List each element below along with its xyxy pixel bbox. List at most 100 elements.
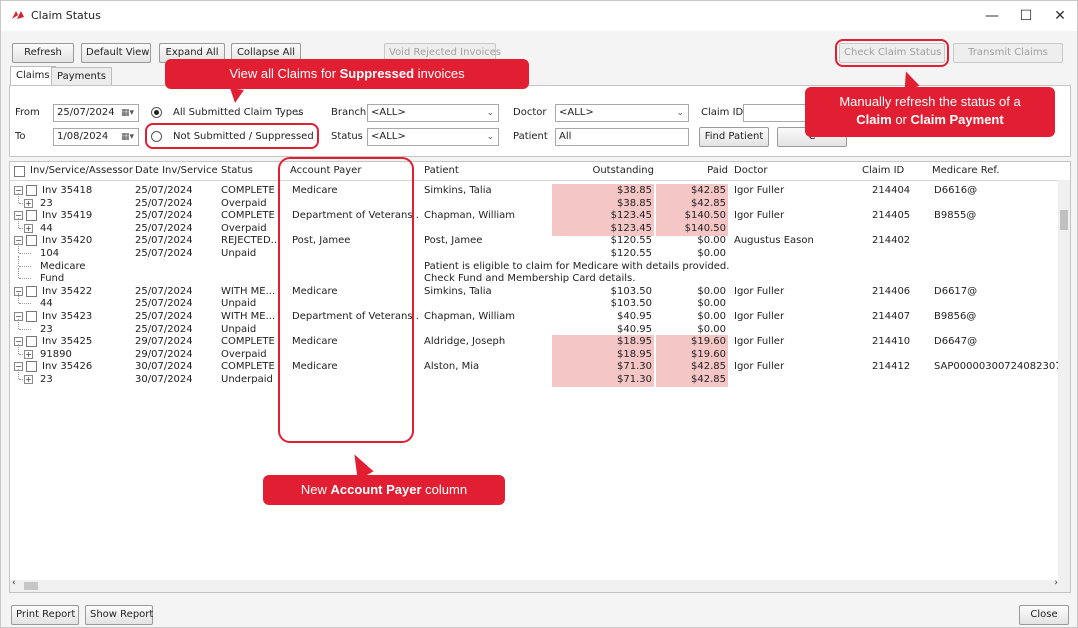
tree-connector — [18, 217, 19, 228]
status-select[interactable]: <ALL> ⌄ — [367, 128, 499, 146]
service-item: 23 — [40, 374, 53, 385]
col-header-medicare-ref[interactable]: Medicare Ref. — [932, 162, 999, 180]
app-logo-icon — [12, 11, 24, 19]
status-label: Status — [331, 131, 363, 142]
tree-connector — [19, 265, 31, 267]
expand-toggle-icon[interactable]: + — [24, 198, 33, 208]
row-checkbox[interactable] — [26, 361, 37, 373]
show-report-button[interactable]: Show Report — [85, 605, 153, 625]
close-button[interactable]: Close — [1019, 605, 1069, 625]
refresh-button[interactable]: Refresh — [12, 43, 74, 63]
from-date-picker[interactable]: 25/07/2024 ▦▾ — [53, 104, 139, 122]
row-checkbox[interactable] — [26, 185, 37, 196]
chevron-down-icon: ⌄ — [676, 108, 684, 118]
tree-connector — [19, 303, 31, 305]
status-value: <ALL> — [371, 131, 406, 142]
callout-payer-prefix: New — [300, 482, 331, 497]
patient-field[interactable]: All — [555, 128, 689, 146]
expand-toggle-icon[interactable]: + — [24, 223, 33, 233]
tree-connector — [18, 343, 19, 354]
default-view-button[interactable]: Default View — [81, 43, 151, 63]
tree-connector — [19, 253, 31, 254]
print-report-button[interactable]: Print Report — [11, 605, 79, 625]
col-header-paid[interactable]: Paid — [668, 162, 728, 180]
tree-connector — [19, 328, 31, 330]
scroll-left-icon[interactable]: ‹ — [12, 578, 16, 588]
calendar-dropdown-icon: ▦▾ — [120, 108, 134, 118]
minimize-button[interactable]: — — [977, 5, 1007, 27]
callout-refresh: Manually refresh the status of a Claim o… — [805, 87, 1055, 137]
claims-grid: Inv/Service/Assessor Date Inv/Service St… — [9, 161, 1071, 593]
tree-connector — [18, 318, 19, 329]
paid-cell: $42.85 — [656, 373, 728, 387]
callout-refresh-bold2: Claim Payment — [910, 112, 1004, 127]
row-checkbox[interactable] — [26, 210, 37, 222]
status-cell: Underpaid — [221, 374, 273, 385]
claim-id-label: Claim ID — [701, 107, 744, 118]
chevron-down-icon: ⌄ — [486, 132, 494, 142]
patient-value: All — [559, 131, 572, 142]
horizontal-scroll-thumb[interactable] — [24, 582, 38, 590]
close-window-button[interactable]: ✕ — [1045, 5, 1075, 27]
tab-payments[interactable]: Payments — [51, 67, 112, 85]
callout-refresh-line1: Manually refresh the status of a — [839, 94, 1021, 109]
from-label: From — [15, 107, 40, 118]
to-date-picker[interactable]: 1/08/2024 ▦▾ — [53, 128, 139, 146]
from-date-value: 25/07/2024 — [57, 107, 115, 118]
callout-refresh-or: or — [891, 112, 911, 127]
tree-connector — [18, 369, 19, 379]
chevron-down-icon: ⌄ — [294, 108, 302, 118]
vertical-scrollbar[interactable] — [1058, 180, 1070, 592]
vertical-scroll-thumb[interactable] — [1060, 210, 1068, 230]
callout-refresh-bold1: Claim — [856, 112, 892, 127]
branch-select[interactable]: <ALL> ⌄ — [367, 104, 499, 122]
row-checkbox[interactable] — [26, 235, 37, 247]
highlight-suppressed-radio — [145, 123, 319, 149]
col-header-patient[interactable]: Patient — [424, 162, 459, 180]
date-cell: 30/07/2024 — [135, 374, 193, 385]
find-patient-button[interactable]: Find Patient — [699, 127, 769, 147]
col-header-claim-id[interactable]: Claim ID — [862, 162, 904, 180]
to-date-value: 1/08/2024 — [57, 131, 109, 142]
tree-connector — [18, 255, 19, 266]
expand-toggle-icon[interactable]: + — [24, 349, 33, 359]
patient-label: Patient — [513, 131, 548, 142]
branch-value: <ALL> — [371, 107, 406, 118]
highlight-check-claim-status — [835, 39, 949, 67]
expand-toggle-icon[interactable]: + — [24, 375, 33, 384]
tree-connector — [19, 278, 31, 280]
col-header-status[interactable]: Status — [221, 162, 253, 180]
branch-label: Branch — [331, 107, 367, 118]
col-header-date[interactable]: Date Inv/Service — [135, 162, 218, 180]
doctor-label: Doctor — [513, 107, 547, 118]
doctor-value: <ALL> — [559, 107, 594, 118]
doctor-select[interactable]: <ALL> ⌄ — [555, 104, 689, 122]
row-checkbox[interactable] — [26, 285, 37, 297]
row-checkbox[interactable] — [26, 336, 37, 348]
claim-id-input[interactable] — [743, 104, 809, 122]
tree-connector — [18, 268, 19, 279]
callout-suppressed: View all Claims for Suppressed invoices — [165, 59, 529, 89]
transmit-claims-button[interactable]: Transmit Claims — [953, 43, 1063, 63]
col-header-outstanding[interactable]: Outstanding — [550, 162, 654, 180]
callout-suppressed-suffix: invoices — [414, 66, 465, 81]
callout-suppressed-bold: Suppressed — [339, 66, 415, 81]
callout-refresh-line2: Claim or Claim Payment — [805, 111, 1055, 129]
col-header-doctor[interactable]: Doctor — [734, 162, 767, 180]
header-divider — [10, 180, 1070, 181]
to-label: To — [15, 131, 26, 142]
callout-suppressed-prefix: View all Claims for — [229, 66, 340, 81]
tree-connector — [18, 192, 19, 203]
radio-all-submitted[interactable] — [151, 107, 162, 118]
col-header-inv[interactable]: Inv/Service/Assessor — [30, 162, 133, 180]
row-checkbox[interactable] — [26, 311, 37, 322]
select-all-checkbox[interactable] — [14, 166, 25, 177]
scroll-right-icon[interactable]: › — [1054, 578, 1058, 588]
maximize-button[interactable]: ☐ — [1011, 5, 1041, 27]
callout-payer-bold: Account Payer — [330, 482, 422, 497]
horizontal-scrollbar[interactable]: ‹ › — [10, 578, 1060, 592]
window-title: Claim Status — [31, 9, 101, 22]
tab-claims[interactable]: Claims — [10, 66, 56, 86]
callout-payer-suffix: column — [421, 482, 468, 497]
claim-type-select[interactable]: ⌄ — [169, 104, 307, 122]
